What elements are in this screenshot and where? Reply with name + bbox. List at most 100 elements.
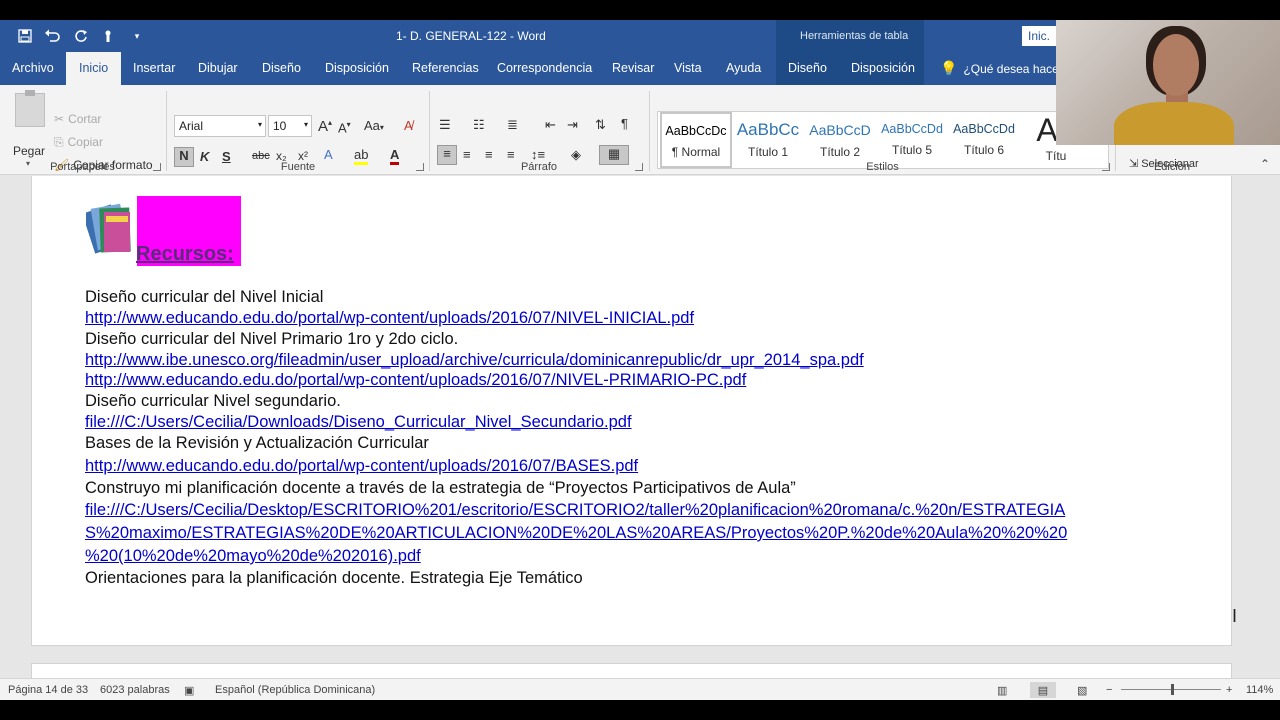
ribbon-separator (166, 91, 167, 171)
zoom-in-icon[interactable]: + (1226, 684, 1232, 696)
align-right-icon[interactable]: ≡ (485, 147, 493, 162)
redo-icon[interactable] (70, 27, 92, 45)
numbering-icon[interactable]: ☷ (473, 117, 485, 133)
sign-in-button[interactable]: Inic. (1022, 26, 1060, 46)
word-count[interactable]: 6023 palabras (100, 684, 170, 696)
tab-archivo[interactable]: Archivo (12, 61, 54, 75)
paragraph-group-label: Párrafo (520, 161, 558, 173)
hyperlink[interactable]: http://www.ibe.unesco.org/fileadmin/user… (85, 351, 864, 370)
recursos-heading: Recursos: (136, 243, 234, 265)
status-bar: Página 14 de 33 6023 palabras ▣ Español … (0, 678, 1280, 700)
justify-icon[interactable]: ≡ (507, 147, 515, 162)
undo-icon[interactable] (42, 27, 64, 45)
proofing-icon[interactable]: ▣ (184, 684, 194, 697)
copy-button[interactable]: ⎘ Copiar (54, 135, 103, 150)
multilevel-list-icon[interactable]: ≣ (507, 117, 518, 133)
styles-group-label: Estilos (866, 161, 899, 173)
next-page (31, 663, 1232, 678)
sort-icon[interactable]: ⇅ (595, 117, 606, 133)
align-center-icon[interactable]: ≡ (463, 147, 471, 162)
tell-me-text: ¿Qué desea hacer (963, 62, 1063, 76)
zoom-slider-thumb[interactable] (1171, 684, 1174, 695)
font-name-select[interactable]: Arial ▾ (174, 115, 266, 137)
hyperlink[interactable]: file:///C:/Users/Cecilia/Desktop/ESCRITO… (85, 501, 1065, 520)
font-size-select[interactable]: 10 ▾ (268, 115, 312, 137)
font-group-label: Fuente (280, 161, 316, 173)
hyperlink[interactable]: http://www.educando.edu.do/portal/wp-con… (85, 371, 746, 390)
decrease-indent-icon[interactable]: ⇤ (545, 117, 556, 133)
language-indicator[interactable]: Español (República Dominicana) (215, 684, 375, 696)
presenter-face (1153, 34, 1199, 96)
tab-dibujar[interactable]: Dibujar (198, 61, 238, 75)
editing-group-label: Edición (1153, 161, 1191, 173)
read-mode-icon[interactable]: ▥ (997, 684, 1007, 697)
zoom-out-icon[interactable]: − (1106, 684, 1112, 696)
document-area: Recursos: Diseño curricular del Nivel In… (0, 176, 1280, 678)
webcam-overlay (1056, 20, 1280, 145)
lightbulb-icon: 💡 (940, 60, 958, 76)
bullets-icon[interactable]: ☰ (439, 117, 451, 133)
tab-revisar[interactable]: Revisar (612, 61, 654, 75)
cut-button[interactable]: ✂ Cortar (54, 112, 101, 126)
presenter-shirt (1114, 102, 1234, 145)
quick-access-toolbar: ▾ (14, 27, 148, 45)
tab-disposicion[interactable]: Disposición (325, 61, 389, 75)
shrink-font-icon[interactable]: A▾ (338, 120, 351, 135)
word-window: ▾ 1- D. GENERAL-122 - Word Herramientas … (0, 20, 1280, 700)
document-page[interactable]: Recursos: Diseño curricular del Nivel In… (31, 176, 1232, 646)
print-layout-icon[interactable]: ▤ (1030, 682, 1056, 698)
clipboard-group: Pegar ▾ ✂ Cortar ⎘ Copiar 🖌 Copiar formato … (0, 85, 165, 175)
paragraph-text: Construyo mi planificación docente a tra… (85, 479, 796, 497)
font-launcher-icon[interactable] (416, 163, 424, 171)
tab-table-disposicion[interactable]: Disposición (851, 61, 915, 75)
save-icon[interactable] (14, 27, 36, 45)
styles-group: Estilos (651, 85, 1114, 175)
hyperlink[interactable]: http://www.educando.edu.do/portal/wp-con… (85, 309, 694, 328)
tell-me-box[interactable]: 💡 ¿Qué desea hacer (940, 60, 1063, 77)
tab-referencias[interactable]: Referencias (412, 61, 479, 75)
increase-indent-icon[interactable]: ⇥ (567, 117, 578, 133)
collapse-ribbon-icon[interactable]: ⌃ (1260, 157, 1270, 171)
text-effects-icon[interactable]: A (324, 147, 333, 162)
paragraph-text: Orientaciones para la planificación doce… (85, 569, 583, 587)
tab-inicio[interactable]: Inicio (66, 52, 122, 85)
paragraph-group: ☰ ☷ ≣ ⇤ ⇥ ⇅ ¶ ≡ ≡ ≡ ≡ ↕≡ ◈ ▦ Párrafo (431, 85, 647, 175)
copy-icon: ⎘ (54, 135, 64, 149)
zoom-level[interactable]: 114% (1246, 684, 1273, 696)
clear-format-icon[interactable]: A̸ (404, 118, 413, 133)
highlight-icon[interactable]: ab (354, 147, 369, 165)
chevron-down-icon: ▾ (257, 120, 262, 129)
touch-mode-icon[interactable] (98, 27, 120, 45)
page-count[interactable]: Página 14 de 33 (8, 684, 88, 696)
tab-ayuda[interactable]: Ayuda (726, 61, 761, 75)
hyperlink[interactable]: %20(10%20de%20mayo%20de%202016).pdf (85, 547, 421, 566)
hyperlink[interactable]: http://www.educando.edu.do/portal/wp-con… (85, 457, 638, 476)
change-case-button[interactable]: Aa▾ (364, 118, 384, 133)
web-layout-icon[interactable]: ▧ (1077, 684, 1087, 697)
table-tools-label: Herramientas de tabla (800, 30, 909, 42)
font-color-button[interactable]: A (390, 147, 400, 165)
hyperlink[interactable]: file:///C:/Users/Cecilia/Downloads/Disen… (85, 413, 632, 432)
styles-launcher-icon[interactable] (1102, 163, 1110, 171)
scissors-icon: ✂ (54, 112, 65, 126)
paste-button[interactable]: Pegar (13, 144, 45, 158)
tab-correspondencia[interactable]: Correspondencia (497, 61, 592, 75)
tab-vista[interactable]: Vista (674, 61, 702, 75)
show-marks-icon[interactable]: ¶ (621, 116, 628, 131)
tab-table-diseno[interactable]: Diseño (788, 61, 827, 75)
hyperlink[interactable]: S%20maximo/ESTRATEGIAS%20DE%20ARTICULACI… (85, 524, 1067, 543)
line-spacing-icon[interactable]: ↕≡ (531, 147, 545, 162)
tab-diseno[interactable]: Diseño (262, 61, 301, 75)
clipboard-launcher-icon[interactable] (153, 163, 161, 171)
table-tools-context: Herramientas de tabla (776, 20, 924, 52)
grow-font-icon[interactable]: A▴ (318, 118, 332, 135)
tab-insertar[interactable]: Insertar (133, 61, 175, 75)
text-cursor-icon: I (1232, 606, 1238, 626)
paste-icon[interactable] (15, 90, 45, 127)
document-title: 1- D. GENERAL-122 - Word (396, 29, 546, 43)
customize-qat-icon[interactable]: ▾ (126, 27, 148, 45)
paragraph-text: Bases de la Revisión y Actualización Cur… (85, 434, 429, 452)
books-icon (86, 203, 131, 254)
ribbon-separator (429, 91, 430, 171)
paragraph-launcher-icon[interactable] (635, 163, 643, 171)
